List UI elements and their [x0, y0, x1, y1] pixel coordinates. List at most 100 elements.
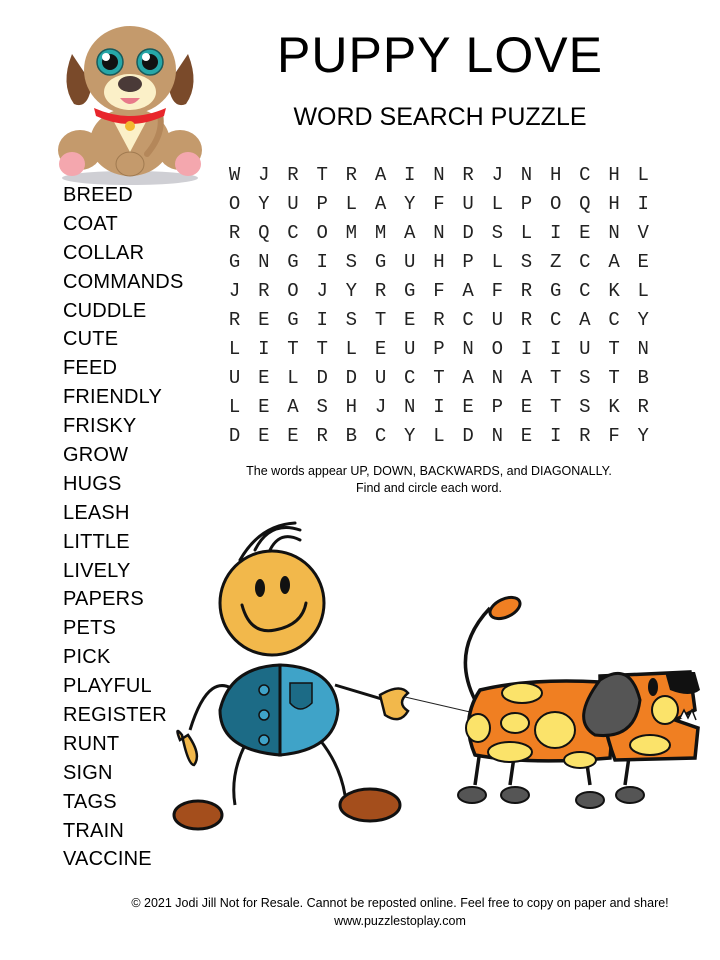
grid-letter[interactable]: S: [337, 309, 366, 331]
grid-letter[interactable]: T: [599, 367, 628, 389]
grid-letter[interactable]: D: [220, 425, 249, 447]
grid-letter[interactable]: D: [454, 222, 483, 244]
grid-letter[interactable]: A: [454, 280, 483, 302]
grid-letter[interactable]: A: [454, 367, 483, 389]
grid-letter[interactable]: L: [278, 367, 307, 389]
grid-letter[interactable]: U: [278, 193, 307, 215]
grid-letter[interactable]: R: [454, 164, 483, 186]
grid-letter[interactable]: P: [483, 396, 512, 418]
grid-letter[interactable]: Y: [629, 425, 658, 447]
grid-letter[interactable]: T: [541, 367, 570, 389]
grid-letter[interactable]: G: [395, 280, 424, 302]
grid-letter[interactable]: A: [278, 396, 307, 418]
grid-letter[interactable]: F: [483, 280, 512, 302]
grid-letter[interactable]: R: [220, 222, 249, 244]
grid-letter[interactable]: P: [308, 193, 337, 215]
grid-letter[interactable]: C: [541, 309, 570, 331]
grid-letter[interactable]: L: [629, 280, 658, 302]
grid-letter[interactable]: C: [570, 164, 599, 186]
grid-letter[interactable]: T: [424, 367, 453, 389]
grid-letter[interactable]: C: [366, 425, 395, 447]
grid-letter[interactable]: I: [512, 338, 541, 360]
grid-letter[interactable]: N: [599, 222, 628, 244]
grid-letter[interactable]: E: [249, 425, 278, 447]
grid-letter[interactable]: I: [541, 222, 570, 244]
grid-letter[interactable]: S: [570, 396, 599, 418]
grid-letter[interactable]: C: [454, 309, 483, 331]
grid-letter[interactable]: R: [512, 309, 541, 331]
grid-letter[interactable]: Y: [629, 309, 658, 331]
grid-letter[interactable]: P: [512, 193, 541, 215]
grid-letter[interactable]: T: [308, 164, 337, 186]
grid-letter[interactable]: S: [483, 222, 512, 244]
grid-letter[interactable]: M: [366, 222, 395, 244]
grid-letter[interactable]: A: [366, 164, 395, 186]
grid-letter[interactable]: H: [599, 193, 628, 215]
grid-letter[interactable]: O: [308, 222, 337, 244]
grid-letter[interactable]: T: [308, 338, 337, 360]
grid-letter[interactable]: E: [512, 396, 541, 418]
grid-letter[interactable]: O: [483, 338, 512, 360]
grid-letter[interactable]: L: [337, 193, 366, 215]
grid-letter[interactable]: A: [599, 251, 628, 273]
grid-letter[interactable]: R: [278, 164, 307, 186]
grid-letter[interactable]: F: [424, 280, 453, 302]
grid-letter[interactable]: U: [220, 367, 249, 389]
grid-letter[interactable]: P: [454, 251, 483, 273]
grid-letter[interactable]: A: [395, 222, 424, 244]
grid-letter[interactable]: L: [629, 164, 658, 186]
grid-letter[interactable]: N: [454, 338, 483, 360]
grid-letter[interactable]: E: [366, 338, 395, 360]
grid-letter[interactable]: R: [424, 309, 453, 331]
grid-letter[interactable]: T: [366, 309, 395, 331]
grid-letter[interactable]: R: [337, 164, 366, 186]
grid-letter[interactable]: L: [220, 396, 249, 418]
grid-letter[interactable]: L: [512, 222, 541, 244]
grid-letter[interactable]: R: [512, 280, 541, 302]
grid-letter[interactable]: H: [599, 164, 628, 186]
grid-letter[interactable]: F: [599, 425, 628, 447]
grid-letter[interactable]: L: [483, 251, 512, 273]
grid-letter[interactable]: L: [220, 338, 249, 360]
grid-letter[interactable]: S: [570, 367, 599, 389]
grid-letter[interactable]: S: [308, 396, 337, 418]
grid-letter[interactable]: G: [220, 251, 249, 273]
grid-letter[interactable]: N: [483, 367, 512, 389]
grid-letter[interactable]: O: [220, 193, 249, 215]
grid-letter[interactable]: J: [308, 280, 337, 302]
grid-letter[interactable]: I: [424, 396, 453, 418]
grid-letter[interactable]: O: [278, 280, 307, 302]
grid-letter[interactable]: H: [337, 396, 366, 418]
grid-letter[interactable]: N: [512, 164, 541, 186]
grid-letter[interactable]: W: [220, 164, 249, 186]
grid-letter[interactable]: I: [629, 193, 658, 215]
grid-letter[interactable]: J: [483, 164, 512, 186]
grid-letter[interactable]: Y: [249, 193, 278, 215]
grid-letter[interactable]: G: [366, 251, 395, 273]
grid-letter[interactable]: U: [366, 367, 395, 389]
grid-letter[interactable]: R: [366, 280, 395, 302]
grid-letter[interactable]: U: [483, 309, 512, 331]
grid-letter[interactable]: E: [249, 396, 278, 418]
grid-letter[interactable]: E: [570, 222, 599, 244]
grid-letter[interactable]: S: [337, 251, 366, 273]
grid-letter[interactable]: K: [599, 280, 628, 302]
grid-letter[interactable]: J: [220, 280, 249, 302]
grid-letter[interactable]: C: [395, 367, 424, 389]
grid-letter[interactable]: E: [512, 425, 541, 447]
grid-letter[interactable]: G: [278, 309, 307, 331]
grid-letter[interactable]: H: [541, 164, 570, 186]
grid-letter[interactable]: C: [570, 251, 599, 273]
grid-letter[interactable]: L: [424, 425, 453, 447]
grid-letter[interactable]: Z: [541, 251, 570, 273]
grid-letter[interactable]: I: [395, 164, 424, 186]
grid-letter[interactable]: N: [395, 396, 424, 418]
grid-letter[interactable]: C: [599, 309, 628, 331]
grid-letter[interactable]: L: [337, 338, 366, 360]
grid-letter[interactable]: E: [629, 251, 658, 273]
grid-letter[interactable]: C: [278, 222, 307, 244]
grid-letter[interactable]: N: [629, 338, 658, 360]
grid-letter[interactable]: E: [249, 367, 278, 389]
website-link[interactable]: www.puzzlestoplay.com: [100, 912, 700, 930]
grid-letter[interactable]: F: [424, 193, 453, 215]
